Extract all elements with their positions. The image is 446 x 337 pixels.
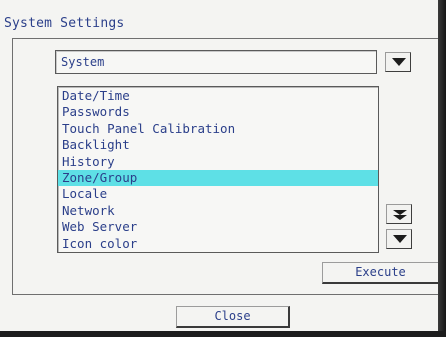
close-button[interactable]: Close [176,306,290,328]
list-item[interactable]: History [58,154,378,170]
execute-button[interactable]: Execute [322,262,440,284]
category-select-value: System [61,55,105,69]
list-item[interactable]: Locale [58,186,378,202]
window-title: System Settings [4,16,125,31]
screen-bezel [438,0,446,337]
chevron-down-icon [393,235,407,243]
double-chevron-down-icon [393,210,407,220]
list-item[interactable]: Date/Time [58,88,378,104]
scroll-page-down-button[interactable] [386,204,412,224]
screen-bezel [0,331,446,337]
scroll-down-button[interactable] [386,229,412,249]
list-item[interactable]: Passwords [58,104,378,120]
list-item[interactable]: Backlight [58,137,378,153]
list-item[interactable]: Icon color [58,236,378,252]
chevron-down-icon [392,58,406,66]
list-item-selected[interactable]: Zone/Group [58,169,378,187]
category-dropdown-button[interactable] [385,52,411,72]
settings-screen: System Settings System Date/Time Passwor… [0,0,446,337]
list-item[interactable]: Network [58,203,378,219]
settings-list[interactable]: Date/Time Passwords Touch Panel Calibrat… [57,86,379,253]
category-select[interactable]: System [55,50,377,74]
list-item[interactable]: Web Server [58,219,378,235]
list-item[interactable]: Touch Panel Calibration [58,121,378,137]
